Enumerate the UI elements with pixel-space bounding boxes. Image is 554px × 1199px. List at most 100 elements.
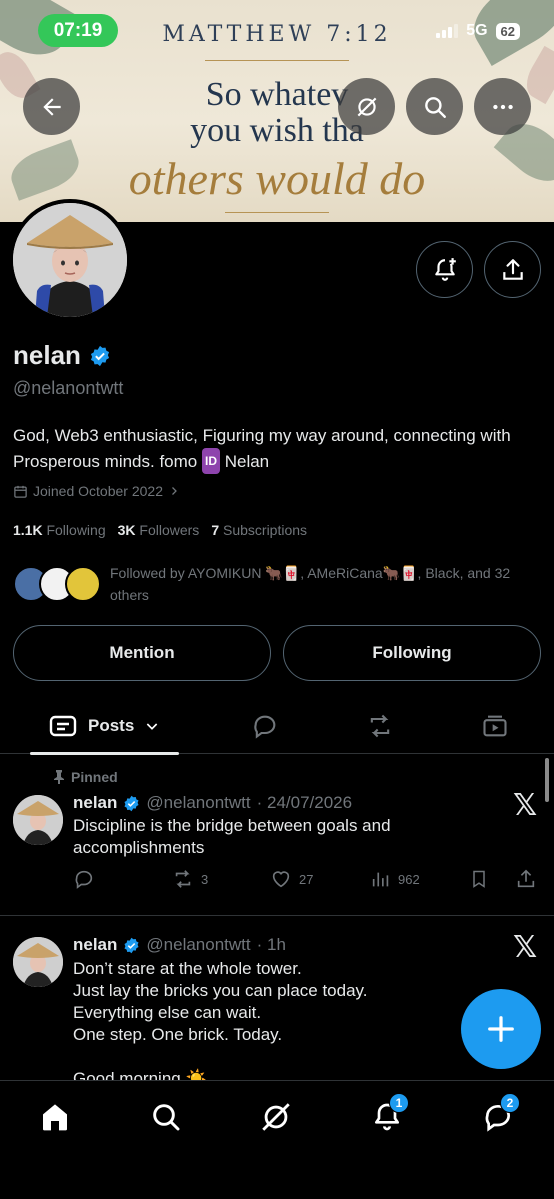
search-icon xyxy=(153,1104,180,1131)
profile-name: nelan xyxy=(13,340,111,371)
views-count: 962 xyxy=(398,871,420,887)
profile-bio: God, Web3 enthusiastic, Figuring my way … xyxy=(13,424,543,474)
repost-icon xyxy=(175,870,191,888)
notify-button[interactable] xyxy=(416,241,473,298)
grok-button[interactable] xyxy=(338,78,395,135)
post-time: · 24/07/2026 xyxy=(256,793,353,812)
calendar-icon xyxy=(14,485,27,498)
post-avatar[interactable] xyxy=(13,937,63,987)
post-handle[interactable]: @nelanontwtt xyxy=(146,793,250,813)
subscriptions-stat[interactable]: 7 Subscriptions xyxy=(211,522,307,538)
verified-badge-icon xyxy=(124,795,139,811)
video-icon xyxy=(483,715,507,736)
signal-icon xyxy=(436,24,459,38)
joined-date[interactable]: Joined October 2022 xyxy=(13,483,180,499)
post-line: Don’t stare at the whole tower. xyxy=(73,959,302,978)
post-text[interactable]: Discipline is the bridge between goals a… xyxy=(73,815,493,859)
notifications-badge: 1 xyxy=(389,1093,409,1113)
nav-messages[interactable]: 2 xyxy=(476,1093,520,1137)
chevron-down-icon xyxy=(147,722,158,730)
tab-active-indicator xyxy=(30,752,179,755)
post-handle[interactable]: @nelanontwtt xyxy=(146,935,250,955)
reply-icon xyxy=(254,715,276,739)
bio-tail: Nelan xyxy=(224,452,270,471)
post-text[interactable]: Don’t stare at the whole tower. Just lay… xyxy=(73,958,493,1090)
followed-by[interactable]: Followed by AYOMIKUN 🐂🀄, AMeRiCana🐂🀄, Bl… xyxy=(13,562,543,604)
status-time: 07:19 xyxy=(38,14,118,47)
repost-count: 3 xyxy=(201,871,209,887)
post-header: nelan @nelanontwtt · 1h xyxy=(73,935,286,955)
follower-avatar xyxy=(65,566,101,602)
tab-posts-label: Posts xyxy=(88,715,135,735)
nav-search[interactable] xyxy=(144,1097,188,1137)
battery-icon: 62 xyxy=(495,22,520,40)
following-button[interactable]: Following xyxy=(283,625,541,681)
reply-icon xyxy=(75,870,93,889)
profile-stats: 1.1K Following 3K Followers 7 Subscripti… xyxy=(13,522,307,538)
compose-button[interactable] xyxy=(461,989,541,1069)
chevron-right-icon xyxy=(172,487,177,495)
like-button[interactable]: 27 xyxy=(269,868,313,890)
post-line: Just lay the bricks you can place today. xyxy=(73,981,368,1000)
more-button[interactable] xyxy=(474,78,531,135)
x-logo-icon: 𝕏 xyxy=(513,788,538,823)
plus-icon xyxy=(488,1016,514,1042)
post-avatar[interactable] xyxy=(13,795,63,845)
reply-button[interactable] xyxy=(73,868,95,890)
banner-ornament xyxy=(205,60,349,61)
network-label: 5G xyxy=(466,22,488,39)
nav-home[interactable] xyxy=(33,1097,77,1137)
share-button[interactable] xyxy=(484,241,541,298)
search-button[interactable] xyxy=(406,78,463,135)
post-divider xyxy=(0,915,554,916)
banner-ornament-bottom xyxy=(225,212,329,213)
followed-by-text: Followed by AYOMIKUN 🐂🀄, AMeRiCana🐂🀄, Bl… xyxy=(110,565,511,603)
banner-line-2: you wish tha xyxy=(190,112,364,149)
post-share-button[interactable] xyxy=(515,868,537,890)
profile-avatar[interactable] xyxy=(9,199,131,321)
heart-icon xyxy=(272,871,290,888)
post-author[interactable]: nelan xyxy=(73,935,117,955)
banner-line-1: So whatev xyxy=(205,76,349,113)
joined-text: Joined October 2022 xyxy=(33,483,163,499)
nav-grok[interactable] xyxy=(254,1097,298,1137)
bell-plus-icon xyxy=(434,257,456,281)
post-actions: 3 27 962 xyxy=(73,868,543,894)
arrow-left-icon xyxy=(42,97,61,116)
bottom-nav: 1 2 xyxy=(0,1080,554,1199)
nav-notifications[interactable]: 1 xyxy=(365,1093,409,1137)
back-button[interactable] xyxy=(23,78,80,135)
tab-videos[interactable] xyxy=(480,698,510,753)
bookmark-icon xyxy=(473,870,485,888)
share-icon xyxy=(502,258,523,280)
banner-line-3: others would do xyxy=(128,153,426,204)
views-button[interactable]: 962 xyxy=(370,868,420,890)
grok-icon xyxy=(357,97,376,116)
id-badge: ID xyxy=(201,448,220,474)
more-icon xyxy=(492,104,513,109)
verified-badge-icon xyxy=(90,345,109,366)
home-icon xyxy=(43,1104,67,1131)
repost-icon xyxy=(370,714,390,737)
like-count: 27 xyxy=(299,871,314,887)
tab-reposts[interactable] xyxy=(364,698,396,753)
verified-badge-icon xyxy=(124,937,139,953)
profile-handle: @nelanontwtt xyxy=(13,378,124,398)
tab-posts[interactable]: Posts xyxy=(48,698,160,753)
tab-replies[interactable] xyxy=(250,698,280,753)
scrollbar[interactable] xyxy=(545,758,549,802)
followers-stat[interactable]: 3K Followers xyxy=(118,522,200,538)
avatar-image xyxy=(13,203,127,317)
status-indicators: 5G 62 xyxy=(436,22,520,40)
post-time: · 1h xyxy=(256,935,286,954)
post-author[interactable]: nelan xyxy=(73,793,117,813)
following-stat[interactable]: 1.1K Following xyxy=(13,522,106,538)
post-line: Everything else can wait. xyxy=(73,1003,262,1022)
share-icon xyxy=(517,869,535,888)
post-header: nelan @nelanontwtt · 24/07/2026 xyxy=(73,793,352,813)
mention-button[interactable]: Mention xyxy=(13,625,271,681)
repost-button[interactable]: 3 xyxy=(171,868,208,890)
bookmark-button[interactable] xyxy=(469,868,489,890)
grok-icon xyxy=(262,1103,290,1131)
profile-tabs: Posts xyxy=(0,698,554,754)
